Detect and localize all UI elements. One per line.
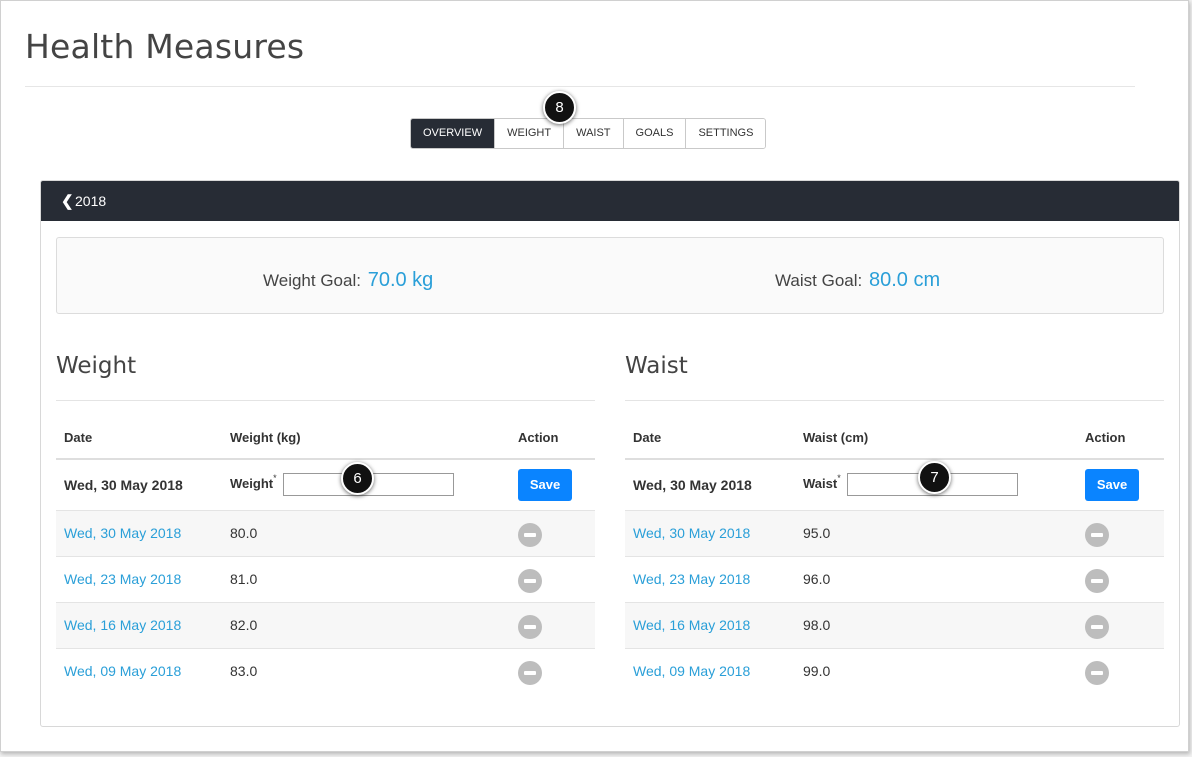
waist-heading: Waist bbox=[625, 353, 688, 379]
panel-header: ❮ 2018 bbox=[41, 181, 1179, 221]
tab-weight[interactable]: WEIGHT bbox=[495, 119, 565, 148]
table-row: Wed, 30 May 2018 95.0 bbox=[625, 509, 1164, 556]
entry-date-link[interactable]: Wed, 16 May 2018 bbox=[633, 617, 750, 633]
entry-value: 81.0 bbox=[222, 555, 510, 602]
entry-value: 96.0 bbox=[795, 555, 1077, 602]
goals-summary: Weight Goal: 70.0 kg Waist Goal: 80.0 cm bbox=[56, 237, 1164, 314]
entry-value: 83.0 bbox=[222, 647, 510, 694]
weight-heading-divider bbox=[56, 400, 595, 401]
minus-circle-icon[interactable] bbox=[518, 615, 542, 639]
table-row: Wed, 30 May 2018 80.0 bbox=[56, 509, 595, 556]
weight-entry-row: Wed, 30 May 2018 Weight* Save bbox=[56, 458, 595, 510]
year-label[interactable]: 2018 bbox=[75, 193, 106, 209]
entry-date-link[interactable]: Wed, 23 May 2018 bbox=[64, 571, 181, 587]
entry-date-link[interactable]: Wed, 09 May 2018 bbox=[633, 663, 750, 679]
entry-date-link[interactable]: Wed, 23 May 2018 bbox=[633, 571, 750, 587]
waist-section: Waist Date Waist (cm) Action Wed, 30 May… bbox=[625, 353, 1164, 694]
table-row: Wed, 23 May 2018 81.0 bbox=[56, 555, 595, 602]
page: Health Measures OVERVIEW WEIGHT WAIST GO… bbox=[0, 0, 1189, 752]
callout-marker-waist-input: 7 bbox=[918, 461, 951, 494]
entry-date: Wed, 30 May 2018 bbox=[625, 458, 795, 510]
callout-marker-weight-input: 6 bbox=[341, 462, 374, 495]
column-header-waist: Waist (cm) bbox=[795, 430, 1077, 460]
waist-save-button[interactable]: Save bbox=[1085, 468, 1139, 501]
minus-circle-icon[interactable] bbox=[518, 661, 542, 686]
entry-value: 82.0 bbox=[222, 601, 510, 648]
tab-overview[interactable]: OVERVIEW bbox=[411, 119, 496, 148]
minus-circle-icon[interactable] bbox=[518, 523, 542, 547]
entry-value: 80.0 bbox=[222, 509, 510, 556]
required-marker: * bbox=[273, 473, 277, 484]
tab-goals[interactable]: GOALS bbox=[623, 119, 687, 148]
column-header-date: Date bbox=[56, 430, 222, 460]
column-header-date: Date bbox=[625, 430, 795, 460]
column-header-weight: Weight (kg) bbox=[222, 430, 510, 460]
table-row: Wed, 09 May 2018 83.0 bbox=[56, 647, 595, 694]
minus-circle-icon[interactable] bbox=[1085, 661, 1109, 686]
minus-circle-icon[interactable] bbox=[1085, 523, 1109, 547]
waist-field-label: Waist bbox=[803, 476, 838, 492]
entry-value: 95.0 bbox=[795, 509, 1077, 556]
waist-goal-label: Waist Goal: bbox=[775, 271, 863, 290]
waist-goal: Waist Goal: 80.0 cm bbox=[775, 269, 940, 292]
waist-heading-divider bbox=[625, 400, 1164, 401]
minus-circle-icon[interactable] bbox=[1085, 615, 1109, 639]
weight-table: Date Weight (kg) Action Wed, 30 May 2018… bbox=[56, 430, 595, 694]
callout-marker-tabs: 8 bbox=[543, 91, 576, 124]
weight-save-button[interactable]: Save bbox=[518, 468, 572, 501]
entry-value: 99.0 bbox=[795, 647, 1077, 694]
weight-goal: Weight Goal: 70.0 kg bbox=[263, 269, 433, 292]
tab-waist[interactable]: WAIST bbox=[564, 119, 624, 148]
chevron-left-icon[interactable]: ❮ bbox=[61, 192, 75, 210]
table-row: Wed, 23 May 2018 96.0 bbox=[625, 555, 1164, 602]
year-panel: ❮ 2018 Weight Goal: 70.0 kg Waist Goal: … bbox=[40, 180, 1180, 727]
weight-section: Weight Date Weight (kg) Action Wed, 30 M… bbox=[56, 353, 595, 694]
title-divider bbox=[25, 86, 1135, 87]
weight-goal-label: Weight Goal: bbox=[263, 271, 361, 290]
table-row: Wed, 16 May 2018 98.0 bbox=[625, 601, 1164, 648]
weight-goal-value: 70.0 kg bbox=[367, 269, 434, 291]
entry-date: Wed, 30 May 2018 bbox=[56, 458, 222, 510]
column-header-action: Action bbox=[1077, 430, 1164, 460]
page-title: Health Measures bbox=[25, 27, 305, 66]
waist-goal-value: 80.0 cm bbox=[868, 269, 941, 291]
entry-value: 98.0 bbox=[795, 601, 1077, 648]
waist-table: Date Waist (cm) Action Wed, 30 May 2018 … bbox=[625, 430, 1164, 694]
weight-heading: Weight bbox=[56, 353, 137, 379]
entry-date-link[interactable]: Wed, 30 May 2018 bbox=[633, 525, 750, 541]
tab-bar: OVERVIEW WEIGHT WAIST GOALS SETTINGS bbox=[410, 118, 767, 149]
tab-settings[interactable]: SETTINGS bbox=[686, 119, 766, 148]
table-row: Wed, 09 May 2018 99.0 bbox=[625, 647, 1164, 694]
entry-date-link[interactable]: Wed, 16 May 2018 bbox=[64, 617, 181, 633]
minus-circle-icon[interactable] bbox=[1085, 569, 1109, 593]
minus-circle-icon[interactable] bbox=[518, 569, 542, 593]
waist-entry-row: Wed, 30 May 2018 Waist* Save bbox=[625, 458, 1164, 510]
table-row: Wed, 16 May 2018 82.0 bbox=[56, 601, 595, 648]
weight-field-label: Weight bbox=[230, 476, 274, 492]
entry-date-link[interactable]: Wed, 09 May 2018 bbox=[64, 663, 181, 679]
required-marker: * bbox=[837, 473, 841, 484]
entry-date-link[interactable]: Wed, 30 May 2018 bbox=[64, 525, 181, 541]
column-header-action: Action bbox=[510, 430, 595, 460]
